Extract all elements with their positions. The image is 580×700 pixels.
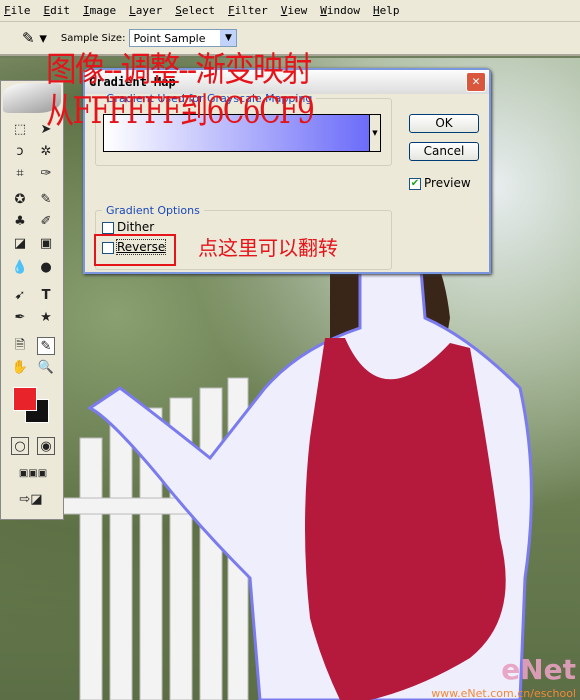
dither-box[interactable]: [102, 221, 114, 234]
crop-tool-icon[interactable]: ⌗: [11, 165, 29, 183]
eraser-tool-icon[interactable]: ◪: [11, 235, 29, 253]
lasso-tool-icon[interactable]: ↄ: [11, 143, 29, 161]
quick-mask-icon[interactable]: ◉: [37, 437, 55, 455]
annotation-color-range: 从FFFFFF到6C6CF9: [46, 91, 315, 132]
menu-select[interactable]: Select: [175, 4, 215, 17]
notes-tool-icon[interactable]: 🗎: [11, 337, 29, 355]
menu-bar: File Edit Image Layer Select Filter View…: [0, 0, 580, 22]
menu-view[interactable]: View: [281, 4, 308, 17]
healing-brush-icon[interactable]: ✪: [11, 191, 29, 209]
preview-checkbox[interactable]: ✔ Preview: [409, 176, 471, 190]
marquee-tool-icon[interactable]: ⬚: [11, 121, 29, 139]
menu-image[interactable]: Image: [83, 4, 116, 17]
dither-label: Dither: [117, 220, 155, 234]
zoom-tool-icon[interactable]: 🔍: [37, 359, 55, 377]
dither-checkbox[interactable]: Dither: [102, 220, 154, 234]
shape-tool-icon[interactable]: ★: [37, 309, 55, 327]
slice-tool-icon[interactable]: ✑: [37, 165, 55, 183]
pen-tool-icon[interactable]: ✒: [11, 309, 29, 327]
foreground-color-swatch[interactable]: [13, 387, 37, 411]
gradient-tool-icon[interactable]: ▣: [37, 235, 55, 253]
annotation-reverse-hint: 点这里可以翻转: [198, 236, 338, 260]
stamp-tool-icon[interactable]: ♣: [11, 213, 29, 231]
history-brush-icon[interactable]: ✐: [37, 213, 55, 231]
menu-layer[interactable]: Layer: [129, 4, 162, 17]
jump-to-imageready-icon[interactable]: ⇨◪: [11, 491, 51, 509]
hand-tool-icon[interactable]: ✋: [11, 359, 29, 377]
gradient-dropdown-arrow-icon[interactable]: ▼: [369, 115, 380, 151]
swimsuit: [305, 338, 506, 700]
path-select-icon[interactable]: ➹: [11, 287, 29, 305]
blur-tool-icon[interactable]: 💧: [11, 259, 29, 277]
dodge-tool-icon[interactable]: ●: [37, 259, 55, 277]
menu-filter[interactable]: Filter: [228, 4, 268, 17]
close-icon[interactable]: ✕: [466, 72, 486, 92]
preview-check-icon[interactable]: ✔: [409, 177, 421, 190]
eyedropper-tool-icon[interactable]: ✎: [37, 337, 55, 355]
ok-button[interactable]: OK: [409, 114, 479, 133]
standard-mode-icon[interactable]: ○: [11, 437, 29, 455]
type-tool-icon[interactable]: T: [37, 287, 55, 305]
preview-label: Preview: [424, 176, 471, 190]
magic-wand-icon[interactable]: ✲: [37, 143, 55, 161]
reverse-highlight-box: [94, 234, 176, 266]
toolbox: ⬚ ➤ ↄ ✲ ⌗ ✑ ✪ ✎ ♣ ✐ ◪ ▣ 💧 ● ➹ T ✒ ★ 🗎 ✎ …: [0, 80, 64, 520]
screen-mode-icons[interactable]: ▣▣▣: [9, 465, 57, 483]
menu-window[interactable]: Window: [320, 4, 360, 17]
cancel-button[interactable]: Cancel: [409, 142, 479, 161]
menu-file[interactable]: File: [4, 4, 31, 17]
gradient-options-label: Gradient Options: [106, 204, 200, 217]
watermark-logo: eNet: [501, 653, 576, 686]
eyedropper-tool-preset-icon[interactable]: ✎ ▾: [22, 29, 47, 47]
brush-tool-icon[interactable]: ✎: [37, 191, 55, 209]
menu-help[interactable]: Help: [373, 4, 400, 17]
menu-edit[interactable]: Edit: [44, 4, 71, 17]
watermark-url: www.eNet.com.cn/eschool: [431, 687, 576, 700]
